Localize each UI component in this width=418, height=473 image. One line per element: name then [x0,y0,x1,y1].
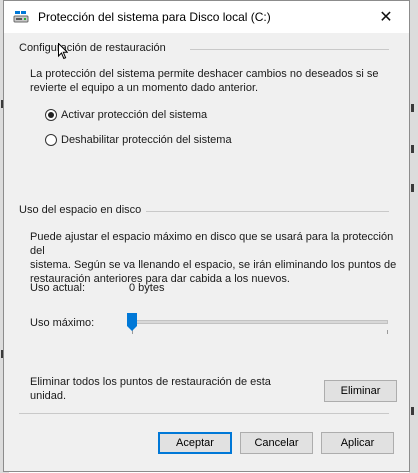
max-usage-slider-track[interactable] [132,320,388,324]
current-usage-value: 0 bytes [129,282,165,294]
disk-usage-description: Puede ajustar el espacio máximo en disco… [30,230,409,286]
description-line: restauración anteriores para dar cabida … [30,273,290,285]
mouse-cursor-icon [58,42,69,60]
delete-points-line: unidad. [30,390,67,402]
disable-protection-label[interactable]: Deshabilitar protección del sistema [61,134,232,146]
restore-settings-title: Configuración de restauración [19,42,166,54]
title-bar[interactable]: Protección del sistema para Disco local … [4,1,409,33]
apply-button[interactable]: Aplicar [321,432,394,454]
disk-usage-title: Uso del espacio en disco [19,204,142,216]
background-mark [411,104,414,112]
delete-points-text: Eliminar todos los puntos de restauració… [30,375,271,403]
restore-settings-description: La protección del sistema permite deshac… [30,67,379,95]
accept-button[interactable]: Aceptar [158,432,232,454]
close-icon: ✕ [379,8,393,26]
window-title: Protección del sistema para Disco local … [38,10,271,24]
enable-protection-label[interactable]: Activar protección del sistema [61,109,207,121]
delete-points-line: Eliminar todos los puntos de restauració… [30,376,271,388]
disable-protection-radio[interactable] [45,134,57,146]
dialog-content: Configuración de restauración La protecc… [4,33,409,471]
background-mark [411,145,414,153]
current-usage-label: Uso actual: [30,282,86,294]
cancel-button[interactable]: Cancelar [240,432,313,454]
system-protection-dialog: Protección del sistema para Disco local … [3,0,410,472]
group-divider [146,211,389,212]
background-mark [411,184,414,192]
background-window-right [409,0,418,473]
description-line: sistema. Según se va llenando el espacio… [30,259,397,271]
enable-protection-radio[interactable] [45,109,57,121]
drive-icon [13,10,29,24]
max-usage-slider-thumb[interactable] [127,313,137,331]
slider-tick [387,330,388,334]
max-usage-label: Uso máximo: [30,317,95,329]
description-line: revierte el equipo a un momento dado ant… [30,82,259,94]
description-line: Puede ajustar el espacio máximo en disco… [30,231,394,257]
footer-divider [19,413,389,414]
description-line: La protección del sistema permite deshac… [30,68,379,80]
delete-button[interactable]: Eliminar [324,380,397,402]
close-button[interactable]: ✕ [363,1,409,32]
group-divider [190,49,389,50]
background-mark [411,407,414,415]
